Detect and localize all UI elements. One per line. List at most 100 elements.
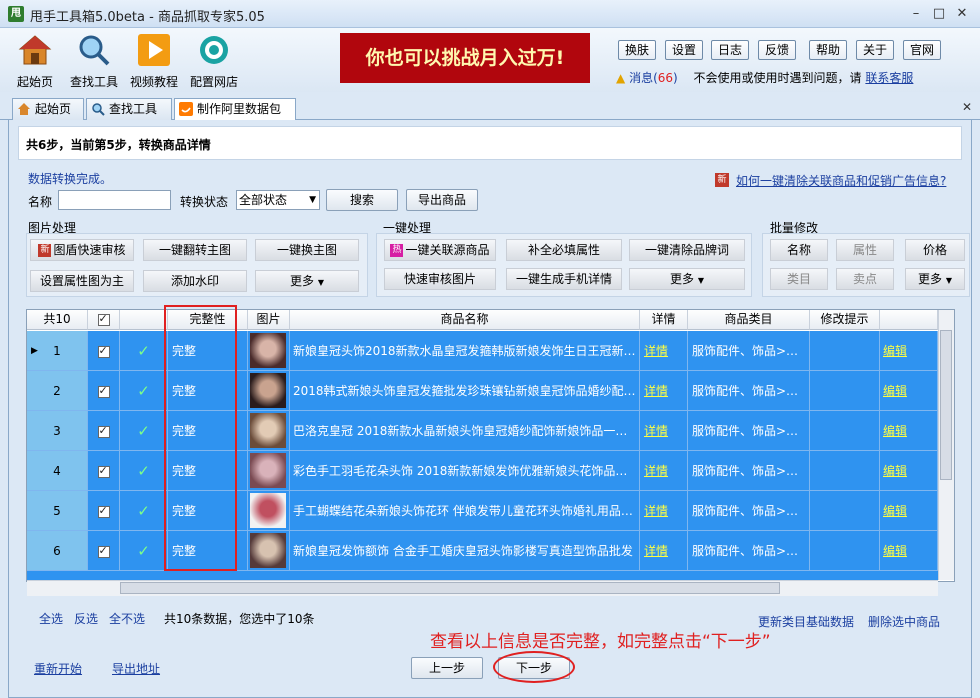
row-number[interactable]: 2 bbox=[27, 371, 88, 411]
row-number[interactable]: 3 bbox=[27, 411, 88, 451]
detail-link[interactable]: 详情 bbox=[640, 451, 688, 491]
state-select[interactable]: 全部状态 ▼ bbox=[236, 190, 320, 210]
row-checkbox[interactable] bbox=[97, 424, 110, 438]
detail-link-text[interactable]: 详情 bbox=[644, 504, 668, 518]
quick-review-button[interactable]: 新图盾快速审核 bbox=[30, 239, 134, 261]
log-button[interactable]: 日志 bbox=[711, 40, 749, 60]
row-number[interactable]: 5 bbox=[27, 491, 88, 531]
edit-link-text[interactable]: 编辑 bbox=[883, 424, 907, 438]
edit-link-text[interactable]: 编辑 bbox=[883, 544, 907, 558]
col-header-detail[interactable]: 详情 bbox=[640, 310, 688, 330]
flip-main-image-button[interactable]: 一键翻转主图 bbox=[143, 239, 247, 261]
detail-link[interactable]: 详情 bbox=[640, 491, 688, 531]
row-checkbox-cell[interactable] bbox=[88, 411, 120, 451]
batch-category-button[interactable]: 类目 bbox=[770, 268, 828, 290]
vertical-scroll-thumb[interactable] bbox=[940, 330, 952, 480]
clear-related-help-link[interactable]: 如何一键清除关联商品和促销广告信息? bbox=[736, 172, 946, 189]
skin-button[interactable]: 换肤 bbox=[618, 40, 656, 60]
minimize-icon[interactable]: – bbox=[907, 5, 925, 23]
edit-link[interactable]: 编辑 bbox=[880, 371, 938, 411]
add-watermark-button[interactable]: 添加水印 bbox=[143, 270, 247, 292]
batch-price-button[interactable]: 价格 bbox=[905, 239, 965, 261]
detail-link[interactable]: 详情 bbox=[640, 371, 688, 411]
product-name[interactable]: 新娘皇冠头饰2018新款水晶皇冠发箍韩版新娘发饰生日王冠新… bbox=[290, 331, 640, 371]
export-address-link[interactable]: 导出地址 bbox=[112, 660, 160, 677]
product-name[interactable]: 手工蝴蝶结花朵新娘头饰花环 伴娘发带儿童花环头饰婚礼用品… bbox=[290, 491, 640, 531]
edit-link[interactable]: 编辑 bbox=[880, 331, 938, 371]
about-button[interactable]: 关于 bbox=[856, 40, 894, 60]
detail-link-text[interactable]: 详情 bbox=[644, 544, 668, 558]
batch-attr-button[interactable]: 属性 bbox=[836, 239, 894, 261]
batch-selling-point-button[interactable]: 卖点 bbox=[836, 268, 894, 290]
toolbar-video-button[interactable]: 视频教程 bbox=[124, 32, 184, 90]
detail-link[interactable]: 详情 bbox=[640, 411, 688, 451]
edit-link[interactable]: 编辑 bbox=[880, 451, 938, 491]
change-main-image-button[interactable]: 一键换主图 bbox=[255, 239, 359, 261]
tab-find-tool[interactable]: 查找工具 bbox=[86, 98, 172, 120]
contact-support-link[interactable]: 联系客服 bbox=[865, 71, 913, 85]
col-header-name[interactable]: 商品名称 bbox=[290, 310, 640, 330]
detail-link-text[interactable]: 详情 bbox=[644, 424, 668, 438]
row-checkbox-cell[interactable] bbox=[88, 531, 120, 571]
col-header-hint[interactable]: 修改提示 bbox=[810, 310, 880, 330]
message-icon[interactable]: ▲ bbox=[616, 71, 625, 85]
edit-link[interactable]: 编辑 bbox=[880, 411, 938, 451]
detail-link[interactable]: 详情 bbox=[640, 331, 688, 371]
help-link-text[interactable]: 如何一键清除关联商品和促销广告信息? bbox=[736, 174, 946, 188]
settings-button[interactable]: 设置 bbox=[665, 40, 703, 60]
detail-link[interactable]: 详情 bbox=[640, 531, 688, 571]
tab-home[interactable]: 起始页 bbox=[12, 98, 84, 120]
clear-brand-words-button[interactable]: 一键清除品牌词 bbox=[629, 239, 745, 261]
export-products-button[interactable]: 导出商品 bbox=[406, 189, 478, 211]
col-header-edit[interactable] bbox=[880, 310, 938, 330]
quick-review-images-button[interactable]: 快速审核图片 bbox=[384, 268, 496, 290]
row-checkbox[interactable] bbox=[97, 464, 110, 478]
message-count[interactable]: 66 bbox=[658, 71, 673, 85]
edit-link[interactable]: 编辑 bbox=[880, 491, 938, 531]
onekey-more-button[interactable]: 更多 ▼ bbox=[629, 268, 745, 290]
help-button[interactable]: 帮助 bbox=[809, 40, 847, 60]
product-name[interactable]: 2018韩式新娘头饰皇冠发箍批发珍珠镶钻新娘皇冠饰品婚纱配… bbox=[290, 371, 640, 411]
batch-more-button[interactable]: 更多 ▼ bbox=[905, 268, 965, 290]
link-source-button[interactable]: 热一键关联源商品 bbox=[384, 239, 496, 261]
product-thumbnail[interactable] bbox=[248, 331, 290, 371]
search-button[interactable]: 搜索 bbox=[326, 189, 398, 211]
row-checkbox[interactable] bbox=[97, 504, 110, 518]
row-checkbox-cell[interactable] bbox=[88, 331, 120, 371]
close-icon[interactable]: ✕ bbox=[953, 5, 971, 23]
edit-link-text[interactable]: 编辑 bbox=[883, 344, 907, 358]
row-checkbox[interactable] bbox=[97, 384, 110, 398]
restart-link[interactable]: 重新开始 bbox=[34, 660, 82, 677]
row-number[interactable]: 6 bbox=[27, 531, 88, 571]
message-label[interactable]: 消息( bbox=[629, 71, 658, 85]
detail-link-text[interactable]: 详情 bbox=[644, 344, 668, 358]
product-thumbnail[interactable] bbox=[248, 491, 290, 531]
select-none-link[interactable]: 全不选 bbox=[109, 610, 145, 627]
product-thumbnail[interactable] bbox=[248, 451, 290, 491]
row-checkbox-cell[interactable] bbox=[88, 451, 120, 491]
product-name[interactable]: 巴洛克皇冠 2018新款水晶新娘头饰皇冠婚纱配饰新娘饰品一… bbox=[290, 411, 640, 451]
gen-mobile-detail-button[interactable]: 一键生成手机详情 bbox=[506, 268, 622, 290]
col-header-category[interactable]: 商品类目 bbox=[688, 310, 810, 330]
batch-name-button[interactable]: 名称 bbox=[770, 239, 828, 261]
image-more-button[interactable]: 更多 ▼ bbox=[255, 270, 359, 292]
product-thumbnail[interactable] bbox=[248, 371, 290, 411]
product-thumbnail[interactable] bbox=[248, 531, 290, 571]
horizontal-scroll-thumb[interactable] bbox=[120, 582, 780, 594]
toolbar-find-tool-button[interactable]: 查找工具 bbox=[64, 32, 124, 90]
name-input[interactable] bbox=[58, 190, 171, 210]
set-attr-image-main-button[interactable]: 设置属性图为主 bbox=[30, 270, 134, 292]
delete-selected-link[interactable]: 删除选中商品 bbox=[868, 613, 940, 630]
row-checkbox-cell[interactable] bbox=[88, 371, 120, 411]
row-checkbox[interactable] bbox=[97, 344, 110, 358]
row-number[interactable]: 4 bbox=[27, 451, 88, 491]
tab-alibaba-package[interactable]: 制作阿里数据包 bbox=[174, 98, 296, 121]
product-name[interactable]: 新娘皇冠发饰额饰 合金手工婚庆皇冠头饰影楼写真造型饰品批发 bbox=[290, 531, 640, 571]
promo-banner[interactable]: 你也可以挑战月入过万! bbox=[340, 33, 590, 83]
product-thumbnail[interactable] bbox=[248, 411, 290, 451]
edit-link-text[interactable]: 编辑 bbox=[883, 464, 907, 478]
website-button[interactable]: 官网 bbox=[903, 40, 941, 60]
update-category-link[interactable]: 更新类目基础数据 bbox=[758, 613, 854, 630]
feedback-button[interactable]: 反馈 bbox=[758, 40, 796, 60]
row-number[interactable]: ▶ 1 bbox=[27, 331, 88, 371]
